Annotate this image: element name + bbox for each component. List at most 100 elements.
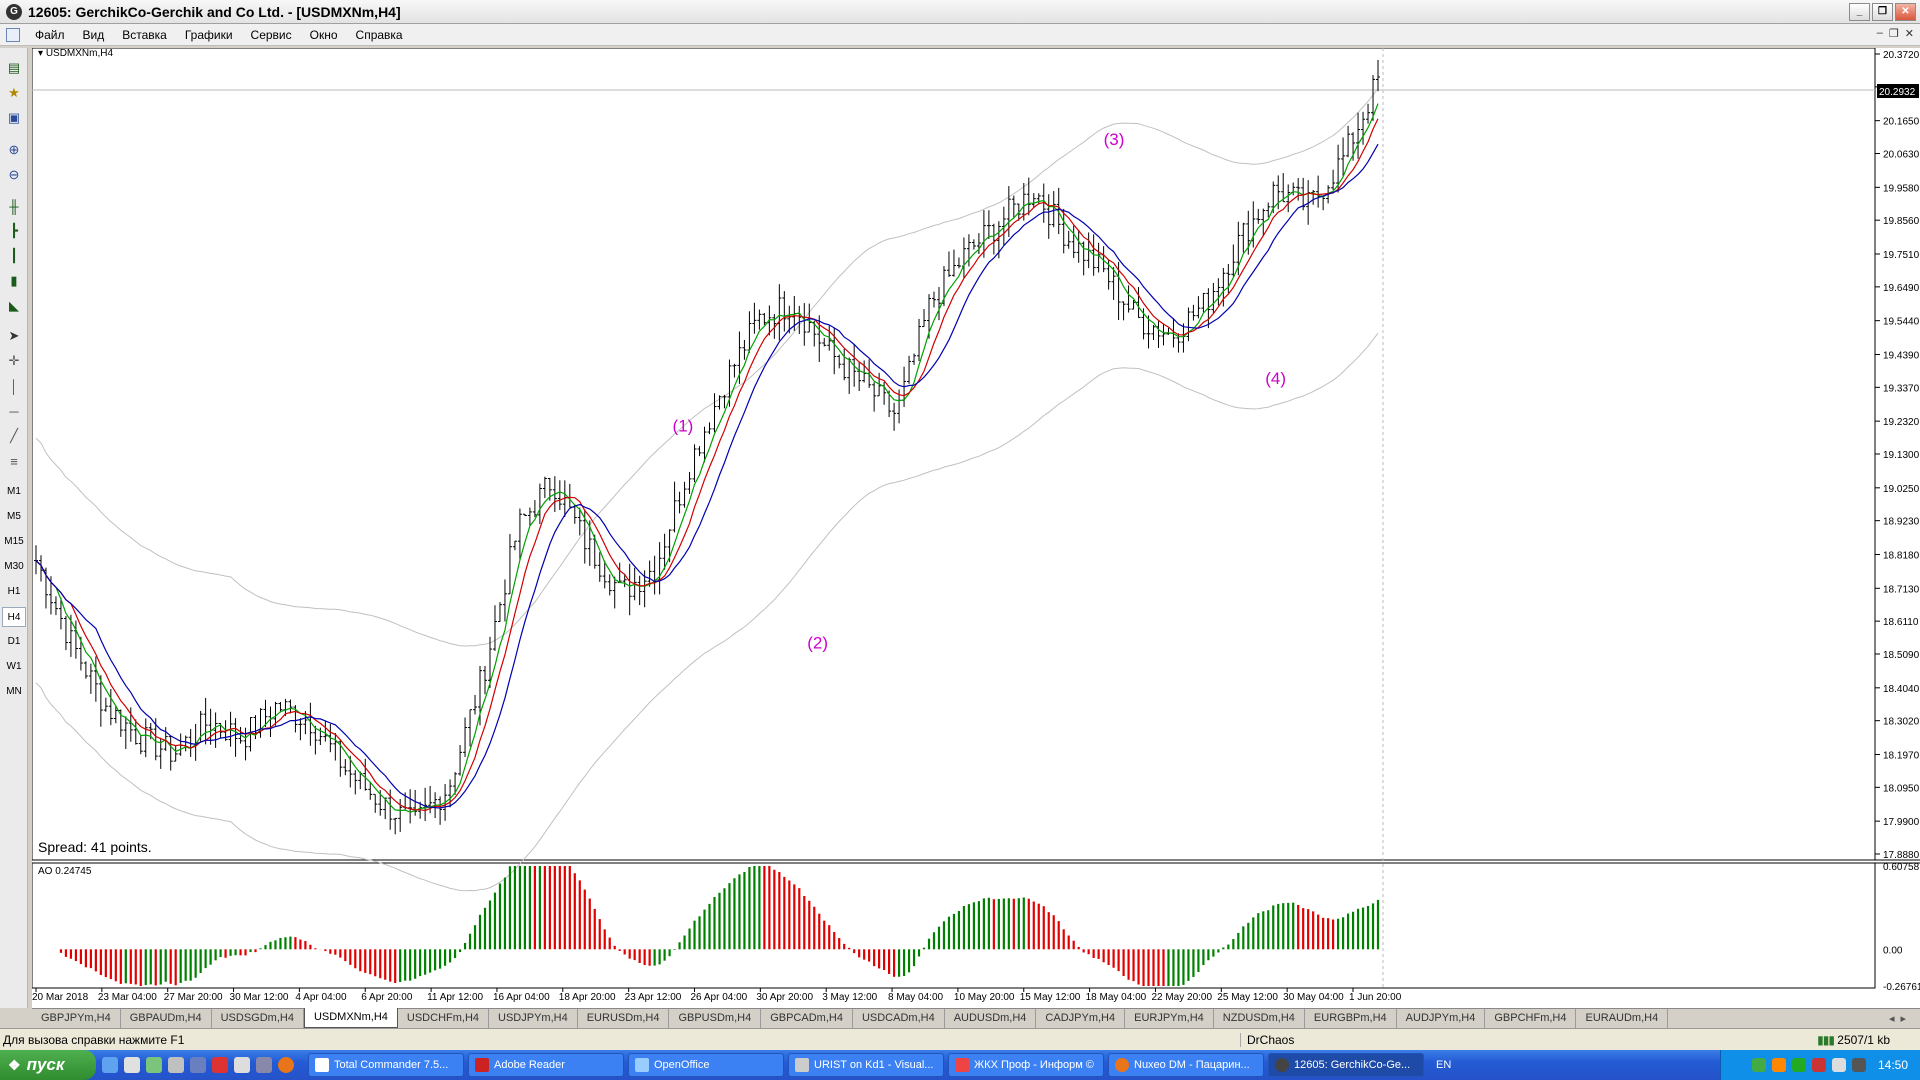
tray-icon-5[interactable] <box>1831 1058 1846 1072</box>
timeframe-m5[interactable]: M5 <box>2 507 26 527</box>
document-icon[interactable] <box>6 27 20 42</box>
doc-restore-button[interactable]: ❐ <box>1889 27 1899 40</box>
zoom-out-icon[interactable]: ⊖ <box>4 165 24 185</box>
date-tick-label: 23 Apr 12:00 <box>625 992 682 1003</box>
trendline-icon[interactable]: ╱ <box>4 426 24 446</box>
channel-icon[interactable]: ≡ <box>4 451 24 471</box>
chart-tab[interactable]: AUDJPYm,H4 <box>1397 1009 1486 1028</box>
skype-icon[interactable] <box>124 1057 140 1073</box>
media-icon[interactable] <box>168 1057 184 1073</box>
vertical-line-icon[interactable]: │ <box>4 376 24 396</box>
menu-charts[interactable]: Графики <box>176 28 242 42</box>
crosshair-icon[interactable]: ✛ <box>4 351 24 371</box>
settings-icon[interactable] <box>146 1057 162 1073</box>
chart-tab[interactable]: GBPJPYm,H4 <box>32 1009 121 1028</box>
chart-tab[interactable]: EURAUDm,H4 <box>1576 1009 1669 1028</box>
tray-icon-2[interactable] <box>1771 1058 1786 1072</box>
timeframe-mn[interactable]: MN <box>2 682 26 702</box>
chart-tab[interactable]: AUDUSDm,H4 <box>945 1009 1037 1028</box>
chart-tab[interactable]: USDJPYm,H4 <box>489 1009 578 1028</box>
chart-tab[interactable]: USDSGDm,H4 <box>212 1009 304 1028</box>
chart-shift-icon[interactable]: ◣ <box>4 296 24 316</box>
date-tick-label: 20 Mar 2018 <box>32 992 89 1003</box>
tray-icon-6[interactable] <box>1851 1058 1866 1072</box>
menu-view[interactable]: Вид <box>74 28 114 42</box>
chart-tab[interactable]: GBPUSDm,H4 <box>669 1009 762 1028</box>
pdf-icon[interactable] <box>212 1057 228 1073</box>
timeframe-d1[interactable]: D1 <box>2 632 26 652</box>
menu-help[interactable]: Справка <box>347 28 412 42</box>
cursor-icon[interactable]: ➤ <box>4 326 24 346</box>
restore-button[interactable]: ❐ <box>1872 3 1893 21</box>
date-tick-label: 27 Mar 20:00 <box>164 992 223 1003</box>
menu-file[interactable]: Файл <box>26 28 74 42</box>
metatrader-icon <box>1275 1058 1289 1072</box>
archive-icon[interactable] <box>234 1057 250 1073</box>
tab-scroll-arrows[interactable]: ◂▸ <box>1881 1009 1920 1028</box>
firefox-small-icon <box>1115 1058 1129 1072</box>
minimize-button[interactable]: _ <box>1849 3 1870 21</box>
taskbar-metatrader[interactable]: 12605: GerchikCo-Ge... <box>1268 1053 1424 1077</box>
chart-tab[interactable]: GBPCHFm,H4 <box>1485 1009 1577 1028</box>
tray-icon-3[interactable] <box>1791 1058 1806 1072</box>
new-chart-icon[interactable]: ▤ <box>4 58 24 78</box>
doc-close-button[interactable]: ✕ <box>1905 27 1914 40</box>
chart-tab[interactable]: USDCADm,H4 <box>853 1009 945 1028</box>
taskbar-openoffice[interactable]: OpenOffice <box>628 1053 784 1077</box>
chart-tab[interactable]: EURJPYm,H4 <box>1125 1009 1214 1028</box>
price-tick-label: 19.9580 <box>1883 183 1920 194</box>
candle-chart-icon[interactable]: ┣ <box>4 221 24 241</box>
ao-tick-label: 0.00 <box>1883 945 1903 956</box>
network-icon[interactable] <box>256 1057 272 1073</box>
chart-tab[interactable]: GBPCADm,H4 <box>761 1009 853 1028</box>
chart-tab-active[interactable]: USDMXNm,H4 <box>303 1008 398 1028</box>
chart-tab[interactable]: NZDUSDm,H4 <box>1214 1009 1305 1028</box>
tray-icon-1[interactable] <box>1751 1058 1766 1072</box>
date-tick-label: 30 Apr 20:00 <box>756 992 813 1003</box>
chart-canvas[interactable]: ▾ USDMXNm,H4 Spread: 41 points. AO 0.247… <box>32 48 1920 1008</box>
menu-insert[interactable]: Вставка <box>113 28 176 42</box>
chart-tab[interactable]: EURUSDm,H4 <box>578 1009 670 1028</box>
timeframe-m15[interactable]: M15 <box>2 532 26 552</box>
navigator-icon[interactable]: ▣ <box>4 108 24 128</box>
bar-chart-icon[interactable]: ╫ <box>4 196 24 216</box>
ie-icon[interactable] <box>102 1057 118 1073</box>
firefox-icon[interactable] <box>278 1057 294 1073</box>
timeframe-w1[interactable]: W1 <box>2 657 26 677</box>
tray-icon-4[interactable] <box>1811 1058 1826 1072</box>
autoscroll-icon[interactable]: ▮ <box>4 271 24 291</box>
menu-tools[interactable]: Сервис <box>242 28 301 42</box>
taskbar-adobe-reader[interactable]: Adobe Reader <box>468 1053 624 1077</box>
date-tick-label: 22 May 20:00 <box>1151 992 1212 1003</box>
date-tick-label: 15 May 12:00 <box>1020 992 1081 1003</box>
date-tick-label: 4 Apr 04:00 <box>295 992 347 1003</box>
chart-tab[interactable]: GBPAUDm,H4 <box>121 1009 212 1028</box>
doc-minimize-button[interactable]: – <box>1877 27 1883 40</box>
wave-label-2: (2) <box>807 633 828 652</box>
price-tick-label: 17.8880 <box>1883 850 1920 861</box>
menu-window[interactable]: Окно <box>301 28 347 42</box>
chart-tab[interactable]: USDCHFm,H4 <box>398 1009 490 1028</box>
horizontal-line-icon[interactable]: ─ <box>4 401 24 421</box>
price-tick-label: 19.8560 <box>1883 216 1920 227</box>
timeframe-h1[interactable]: H1 <box>2 582 26 602</box>
chart-tab[interactable]: EURGBPm,H4 <box>1305 1009 1397 1028</box>
taskbar-nuxeo[interactable]: Nuxeo DM - Пацарин... <box>1108 1053 1264 1077</box>
line-chart-icon[interactable]: ┃ <box>4 246 24 266</box>
timeframe-m30[interactable]: M30 <box>2 557 26 577</box>
start-button[interactable]: ❖ пуск <box>0 1050 96 1080</box>
timeframe-m1[interactable]: M1 <box>2 482 26 502</box>
taskbar-urist[interactable]: URIST on Kd1 - Visual... <box>788 1053 944 1077</box>
timeframe-h4[interactable]: H4 <box>2 607 26 627</box>
zoom-in-icon[interactable]: ⊕ <box>4 140 24 160</box>
chart-tab[interactable]: CADJPYm,H4 <box>1036 1009 1126 1028</box>
profiles-icon[interactable]: ★ <box>4 83 24 103</box>
language-indicator[interactable]: EN <box>1436 1059 1451 1071</box>
chart-window[interactable]: ▾ USDMXNm,H4 Spread: 41 points. AO 0.247… <box>32 48 1920 1008</box>
taskbar-zhkh[interactable]: ЖКХ Проф - Информ © <box>948 1053 1104 1077</box>
taskbar-total-commander[interactable]: Total Commander 7.5... <box>308 1053 464 1077</box>
disk-icon[interactable] <box>190 1057 206 1073</box>
date-tick-label: 8 May 04:00 <box>888 992 943 1003</box>
close-button[interactable]: ✕ <box>1895 3 1916 21</box>
menu-bar: Файл Вид Вставка Графики Сервис Окно Спр… <box>0 24 1920 46</box>
